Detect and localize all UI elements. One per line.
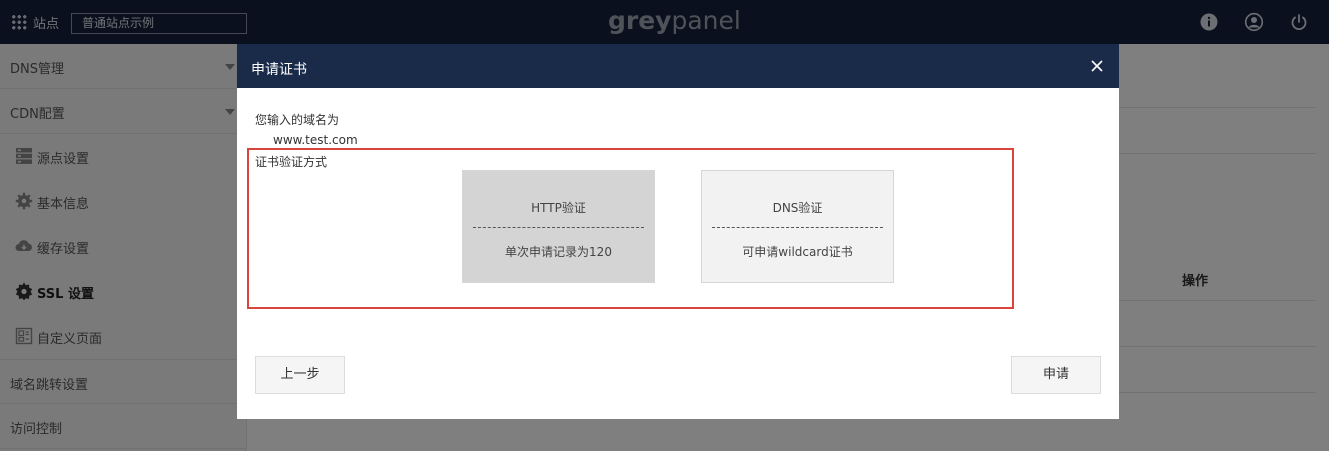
verification-method-label: 证书验证方式 bbox=[255, 155, 328, 169]
divider bbox=[712, 227, 883, 228]
method-description: 可申请wildcard证书 bbox=[742, 245, 853, 259]
domain-value: www.test.com bbox=[273, 133, 358, 147]
divider bbox=[473, 227, 644, 228]
close-icon[interactable] bbox=[1089, 58, 1105, 74]
method-title: HTTP验证 bbox=[531, 201, 586, 215]
method-description: 单次申请记录为120 bbox=[505, 245, 612, 259]
apply-certificate-dialog: 申请证书 您输入的域名为 www.test.com 证书验证方式 HTTP验证 … bbox=[237, 44, 1119, 419]
previous-step-button[interactable]: 上一步 bbox=[255, 356, 345, 394]
http-verification-option[interactable]: HTTP验证 单次申请记录为120 bbox=[462, 170, 655, 283]
method-title: DNS验证 bbox=[772, 201, 823, 215]
dialog-header: 申请证书 bbox=[237, 44, 1119, 88]
domain-label: 您输入的域名为 bbox=[255, 113, 340, 127]
dns-verification-option[interactable]: DNS验证 可申请wildcard证书 bbox=[701, 170, 894, 283]
apply-button[interactable]: 申请 bbox=[1011, 356, 1101, 394]
dialog-title: 申请证书 bbox=[251, 62, 307, 78]
